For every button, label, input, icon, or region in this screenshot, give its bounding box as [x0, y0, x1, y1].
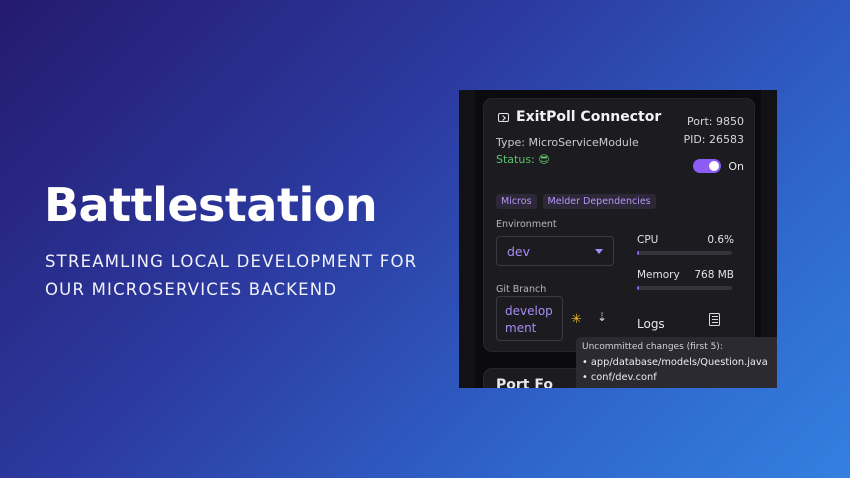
- memory-bar: [637, 286, 732, 290]
- environment-value: dev: [507, 244, 531, 259]
- terminal-icon: [498, 112, 509, 122]
- service-type: Type: MicroServiceModule: [496, 136, 639, 149]
- logs-label: Logs: [637, 317, 665, 331]
- app-screenshot: ExitPoll Connector Port: 9850 PID: 26583…: [459, 90, 777, 388]
- background-column: [459, 90, 475, 388]
- environment-label: Environment: [496, 219, 557, 230]
- uncommitted-changes-icon[interactable]: ✳: [571, 312, 582, 327]
- toggle-label: On: [728, 159, 744, 173]
- memory-value: 768 MB: [694, 269, 734, 281]
- tag-micros[interactable]: Micros: [496, 194, 537, 209]
- memory-label: Memory: [637, 269, 680, 281]
- cpu-value: 0.6%: [707, 234, 734, 246]
- cpu-bar-fill: [637, 251, 639, 255]
- chevron-down-icon: [595, 249, 603, 254]
- service-header: ExitPoll Connector: [498, 109, 661, 125]
- logs-icon[interactable]: [709, 313, 720, 326]
- service-card: ExitPoll Connector Port: 9850 PID: 26583…: [483, 98, 755, 352]
- next-card-title: Port Fo: [496, 377, 553, 388]
- tooltip-item: • app/database/models/Question.java: [582, 357, 768, 368]
- hero-title: Battlestation: [44, 178, 378, 232]
- service-status: Status: 😎: [496, 153, 550, 166]
- cpu-bar: [637, 251, 732, 255]
- tag-melder-dependencies[interactable]: Melder Dependencies: [542, 194, 656, 209]
- toggle-knob: [709, 161, 720, 171]
- port-label: Port: 9850: [686, 115, 744, 128]
- cpu-label: CPU: [637, 234, 659, 246]
- tooltip-item: • conf/dev.conf: [582, 372, 657, 383]
- uncommitted-changes-tooltip: Uncommitted changes (first 5): • app/dat…: [576, 337, 777, 388]
- git-pull-icon[interactable]: ⇣: [597, 310, 607, 324]
- service-name: ExitPoll Connector: [516, 109, 662, 125]
- git-branch-label: Git Branch: [496, 284, 547, 295]
- memory-bar-fill: [637, 286, 639, 290]
- pid-label: PID: 26583: [683, 133, 744, 146]
- environment-select[interactable]: dev: [496, 236, 614, 266]
- service-toggle-row: On: [693, 159, 744, 173]
- tag-list: Micros Melder Dependencies: [496, 194, 656, 209]
- hero-subtitle: STREAMLING LOCAL DEVELOPMENT FOR OUR MIC…: [45, 252, 418, 299]
- tooltip-title: Uncommitted changes (first 5):: [582, 342, 723, 352]
- service-toggle[interactable]: [693, 159, 722, 173]
- git-branch-select[interactable]: development: [496, 296, 563, 341]
